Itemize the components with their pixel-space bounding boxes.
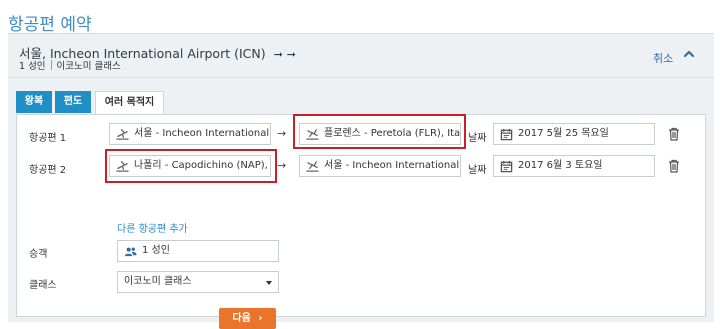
class-value: 이코노미 클래스 — [124, 276, 192, 287]
passengers-label: 승객 — [29, 249, 48, 260]
plane-landing-icon — [306, 161, 319, 172]
page-title: 항공편 예약 — [8, 15, 92, 35]
multi-city-form: 항공편 1 서울 - Incheon International Airport… — [16, 114, 706, 329]
dropdown-caret-icon — [266, 281, 272, 285]
highlight-box — [293, 114, 466, 149]
class-label: 클래스 — [29, 280, 57, 291]
users-icon — [124, 247, 137, 257]
flight-2-date-label: 날짜 — [468, 165, 487, 176]
next-button-label: 다음 — [232, 313, 251, 324]
calendar-icon — [500, 160, 513, 173]
flight-1-date-label: 날짜 — [468, 133, 487, 144]
plane-takeoff-icon — [116, 129, 129, 140]
next-button[interactable]: 다음 › — [219, 308, 276, 329]
route-arrows-icon: ➞ ➞ — [273, 48, 296, 61]
flight-1-origin-value: 서울 - Incheon International Airport (ICN) — [134, 128, 270, 139]
flight-2-destination-input[interactable]: 서울 - Incheon International Airport (ICN) — [299, 155, 461, 177]
arrow-right-icon: → — [277, 127, 287, 140]
tab-multi-city[interactable]: 여러 목적지 — [95, 91, 164, 115]
flight-1-date-input[interactable]: 2017 5월 25 목요일 — [493, 123, 655, 145]
add-flight-link[interactable]: 다른 항공편 추가 — [117, 220, 188, 235]
tab-one-way[interactable]: 편도 — [55, 91, 91, 113]
trip-summary[interactable]: 서울, Incheon International Airport (ICN) … — [8, 34, 714, 78]
class-select[interactable]: 이코노미 클래스 — [117, 271, 279, 293]
flight-2-label: 항공편 2 — [29, 165, 67, 176]
flight-1-label: 항공편 1 — [29, 133, 67, 144]
flight-1-date-value: 2017 5월 25 목요일 — [518, 128, 609, 139]
chevron-up-icon[interactable] — [682, 47, 696, 61]
trash-icon[interactable] — [668, 127, 680, 141]
calendar-icon — [500, 128, 513, 141]
tab-round-trip[interactable]: 왕복 — [16, 91, 52, 113]
flight-2-date-value: 2017 6월 3 토요일 — [518, 160, 603, 171]
arrow-right-icon: → — [277, 159, 287, 172]
flight-2-date-input[interactable]: 2017 6월 3 토요일 — [493, 155, 655, 177]
cancel-link[interactable]: 취소 — [653, 50, 673, 66]
summary-details: 1 성인 이코노미 클래스 — [19, 58, 121, 72]
passengers-input[interactable]: 1 성인 — [117, 240, 279, 262]
summary-passengers: 1 성인 — [19, 61, 46, 72]
highlight-box — [105, 149, 277, 183]
booking-panel: 서울, Incheon International Airport (ICN) … — [8, 33, 714, 329]
passengers-value: 1 성인 — [142, 245, 170, 256]
trash-icon[interactable] — [668, 159, 680, 173]
flight-2-destination-value: 서울 - Incheon International Airport (ICN) — [324, 160, 460, 171]
divider — [50, 60, 52, 70]
summary-cabin: 이코노미 클래스 — [56, 61, 121, 72]
flight-1-origin-input[interactable]: 서울 - Incheon International Airport (ICN) — [109, 123, 271, 145]
chevron-right-icon: › — [258, 313, 263, 324]
